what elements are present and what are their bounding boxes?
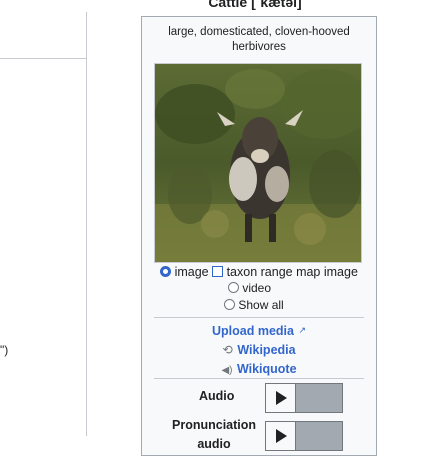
infobox-divider-2 — [154, 378, 364, 379]
wikiquote-link[interactable]: Wikiquote — [237, 362, 297, 376]
wikiquote-row[interactable]: ◀) Wikiquote — [142, 360, 376, 378]
infobox: large, domesticated, cloven-hooved herbi… — [141, 16, 377, 456]
play-icon — [276, 429, 287, 443]
left-divider — [0, 58, 86, 59]
pronunciation-audio-player[interactable] — [265, 421, 343, 451]
taxon-map-option-label: taxon range map image — [226, 265, 358, 279]
media-type-selector: image taxon range map image — [142, 265, 376, 279]
entity-description: large, domesticated, cloven-hooved herbi… — [168, 26, 350, 53]
left-panel: ") — [0, 12, 87, 436]
video-radio[interactable] — [228, 282, 239, 293]
wikipedia-row[interactable]: ⟲ Wikipedia — [142, 341, 376, 359]
image-option-label: image — [174, 265, 209, 279]
wikipedia-icon: ⟲ — [222, 343, 233, 357]
taxon-map-checkbox[interactable] — [212, 266, 224, 277]
pronunciation-audio-label: Pronunciation audio — [172, 418, 257, 451]
upload-media-link[interactable]: Upload media — [212, 324, 294, 338]
show-all-option[interactable]: Show all — [224, 298, 284, 312]
show-all-option-label: Show all — [238, 298, 284, 312]
audio-label: Audio — [199, 389, 235, 403]
cattle-image — [155, 64, 361, 262]
infobox-divider — [154, 317, 364, 318]
video-option-label: video — [242, 281, 272, 295]
image-radio[interactable] — [160, 266, 172, 277]
page-title: Cattle [ˈkætəl] — [208, 0, 302, 10]
audio-player[interactable] — [265, 383, 343, 413]
play-icon — [276, 391, 287, 405]
video-option[interactable]: video — [228, 281, 271, 295]
external-link-icon: ↗ — [298, 325, 306, 335]
pronunciation-play-button[interactable] — [266, 422, 296, 450]
upload-media-row[interactable]: Upload media ↗ — [142, 322, 376, 340]
cattle-photo[interactable] — [154, 63, 362, 263]
wikiquote-icon: ◀) — [221, 365, 233, 376]
show-all-radio[interactable] — [224, 299, 235, 310]
left-text-fragment: ") — [0, 343, 9, 357]
wikipedia-link[interactable]: Wikipedia — [237, 343, 295, 357]
play-button[interactable] — [266, 384, 296, 412]
